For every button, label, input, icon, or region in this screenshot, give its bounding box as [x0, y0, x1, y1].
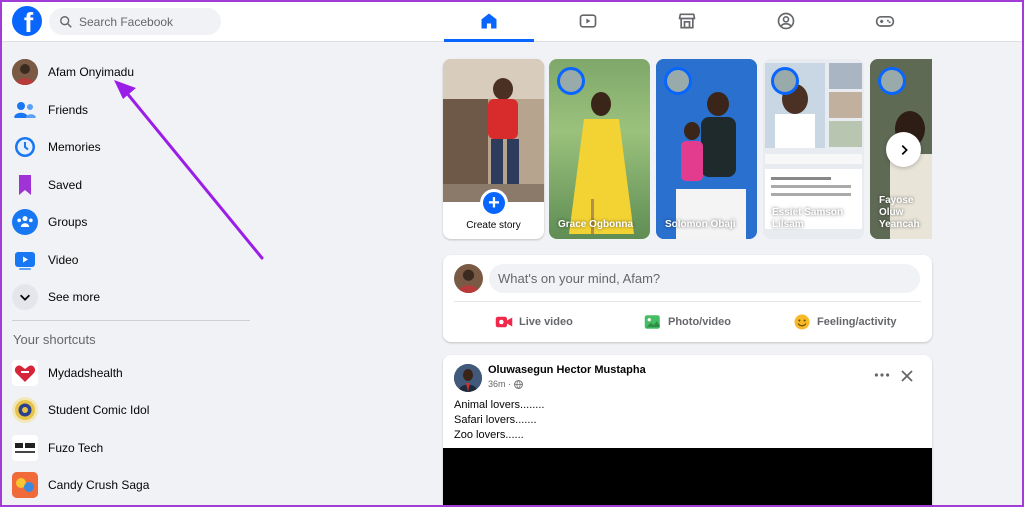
sidebar-item-groups[interactable]: Groups — [12, 206, 252, 238]
story-author-avatar — [557, 67, 585, 95]
post-time[interactable]: 36m — [488, 379, 506, 389]
smiley-icon — [794, 314, 810, 330]
create-story-label: Create story — [466, 220, 521, 231]
feed-post: Oluwasegun Hector Mustapha 36m · Animal … — [443, 355, 932, 507]
badge-logo — [12, 397, 38, 423]
shortcut-mydadshealth[interactable]: Mydadshealth — [12, 357, 252, 389]
live-video-icon — [495, 316, 513, 328]
story-card[interactable]: Grace Ogbonna — [549, 59, 650, 239]
people-circle-icon — [777, 12, 795, 30]
globe-icon — [513, 379, 523, 389]
add-story-icon[interactable]: + — [480, 189, 508, 217]
store-icon — [678, 13, 696, 29]
sidebar-item-label: Mydadshealth — [48, 366, 123, 380]
post-video[interactable] — [443, 448, 932, 507]
groups-icon — [12, 209, 38, 235]
hide-post-button[interactable] — [901, 369, 913, 387]
sidebar-item-memories[interactable]: Memories — [12, 131, 252, 163]
story-author-name: Fayose Oluw Yeancah — [879, 195, 920, 230]
sidebar-item-label: Student Comic Idol — [48, 403, 150, 417]
chevron-down-icon — [12, 284, 38, 310]
sidebar-item-label: Fuzo Tech — [48, 441, 104, 455]
shortcuts-heading: Your shortcuts — [13, 332, 96, 347]
sidebar-item-friends[interactable]: Friends — [12, 94, 252, 126]
sidebar-item-label: Memories — [48, 140, 101, 154]
composer-input[interactable]: What's on your mind, Afam? — [489, 264, 920, 293]
sidebar-item-label: Candy Crush Saga — [48, 478, 150, 492]
sidebar-item-label: Video — [48, 253, 79, 267]
live-video-button[interactable]: Live video — [495, 311, 573, 333]
action-label: Photo/video — [668, 316, 731, 328]
story-author-avatar — [771, 67, 799, 95]
sidebar-item-label: Afam Onyimadu — [48, 65, 135, 79]
search-icon — [60, 15, 72, 28]
sidebar-divider — [12, 320, 250, 321]
candy-logo — [12, 472, 38, 498]
clock-icon — [12, 134, 38, 160]
heart-logo — [12, 360, 38, 386]
sidebar-item-label: See more — [48, 290, 101, 304]
story-author-name: Grace Ogbonna — [558, 219, 634, 230]
story-card[interactable]: Essiet Samson Lilsam — [763, 59, 864, 239]
profile-avatar[interactable] — [454, 264, 483, 293]
facebook-logo[interactable]: f — [12, 6, 42, 36]
sidebar-item-video[interactable]: Video — [12, 244, 252, 276]
gamepad-icon — [875, 16, 895, 27]
story-author-name: Essiet Samson Lilsam — [772, 207, 844, 230]
action-label: Live video — [519, 316, 573, 328]
post-composer: What's on your mind, Afam? Live video Ph… — [443, 255, 932, 342]
tab-home[interactable] — [444, 0, 534, 42]
story-author-avatar — [664, 67, 692, 95]
create-story-card[interactable]: + Create story — [443, 59, 544, 239]
sidebar-item-label: Saved — [48, 178, 83, 192]
create-story-photo — [443, 59, 544, 202]
post-meta: 36m · — [488, 379, 523, 389]
search-input[interactable] — [79, 14, 209, 29]
shortcut-candy-crush-saga[interactable]: Candy Crush Saga — [12, 469, 252, 501]
home-icon — [481, 13, 497, 29]
post-options-button[interactable] — [874, 367, 890, 385]
fuzo-logo — [12, 435, 38, 461]
shortcut-fuzo-tech[interactable]: Fuzo Tech — [12, 432, 252, 464]
more-icon — [874, 373, 890, 377]
video-play-icon — [579, 14, 597, 28]
sidebar-item-label: Friends — [48, 103, 89, 117]
tab-watch[interactable] — [543, 0, 633, 42]
post-author-avatar[interactable] — [454, 364, 482, 392]
story-card[interactable]: Solomon Obaji — [656, 59, 757, 239]
tab-groups[interactable] — [741, 0, 831, 42]
post-text-line: Safari lovers....... — [454, 414, 537, 426]
action-label: Feeling/activity — [817, 316, 897, 328]
post-author-name[interactable]: Oluwasegun Hector Mustapha — [488, 364, 646, 376]
sidebar-item-label: Groups — [48, 215, 88, 229]
post-text-line: Zoo lovers...... — [454, 429, 524, 441]
post-text-line: Animal lovers........ — [454, 399, 545, 411]
story-author-avatar — [878, 67, 906, 95]
feeling-activity-button[interactable]: Feeling/activity — [793, 311, 896, 333]
top-navigation-bar: f — [0, 0, 1024, 42]
video-icon — [12, 247, 38, 273]
profile-avatar — [12, 59, 38, 85]
close-icon — [901, 370, 913, 382]
shortcut-student-comic-idol[interactable]: Student Comic Idol — [12, 394, 252, 426]
tab-gaming[interactable] — [840, 0, 930, 42]
photo-icon — [644, 315, 660, 329]
tab-marketplace[interactable] — [642, 0, 732, 42]
search-box[interactable] — [49, 8, 221, 35]
sidebar-item-saved[interactable]: Saved — [12, 169, 252, 201]
bookmark-icon — [12, 172, 38, 198]
photo-video-button[interactable]: Photo/video — [644, 311, 731, 333]
story-author-name: Solomon Obaji — [665, 219, 736, 230]
post-text: Animal lovers........ Safari lovers.....… — [454, 398, 544, 443]
sidebar-item-see-more[interactable]: See more — [12, 281, 252, 313]
friends-icon — [12, 97, 38, 123]
composer-divider — [454, 301, 921, 302]
stories-next-button[interactable] — [886, 132, 921, 167]
sidebar-item-profile[interactable]: Afam Onyimadu — [12, 56, 252, 88]
chevron-right-icon — [901, 144, 908, 155]
